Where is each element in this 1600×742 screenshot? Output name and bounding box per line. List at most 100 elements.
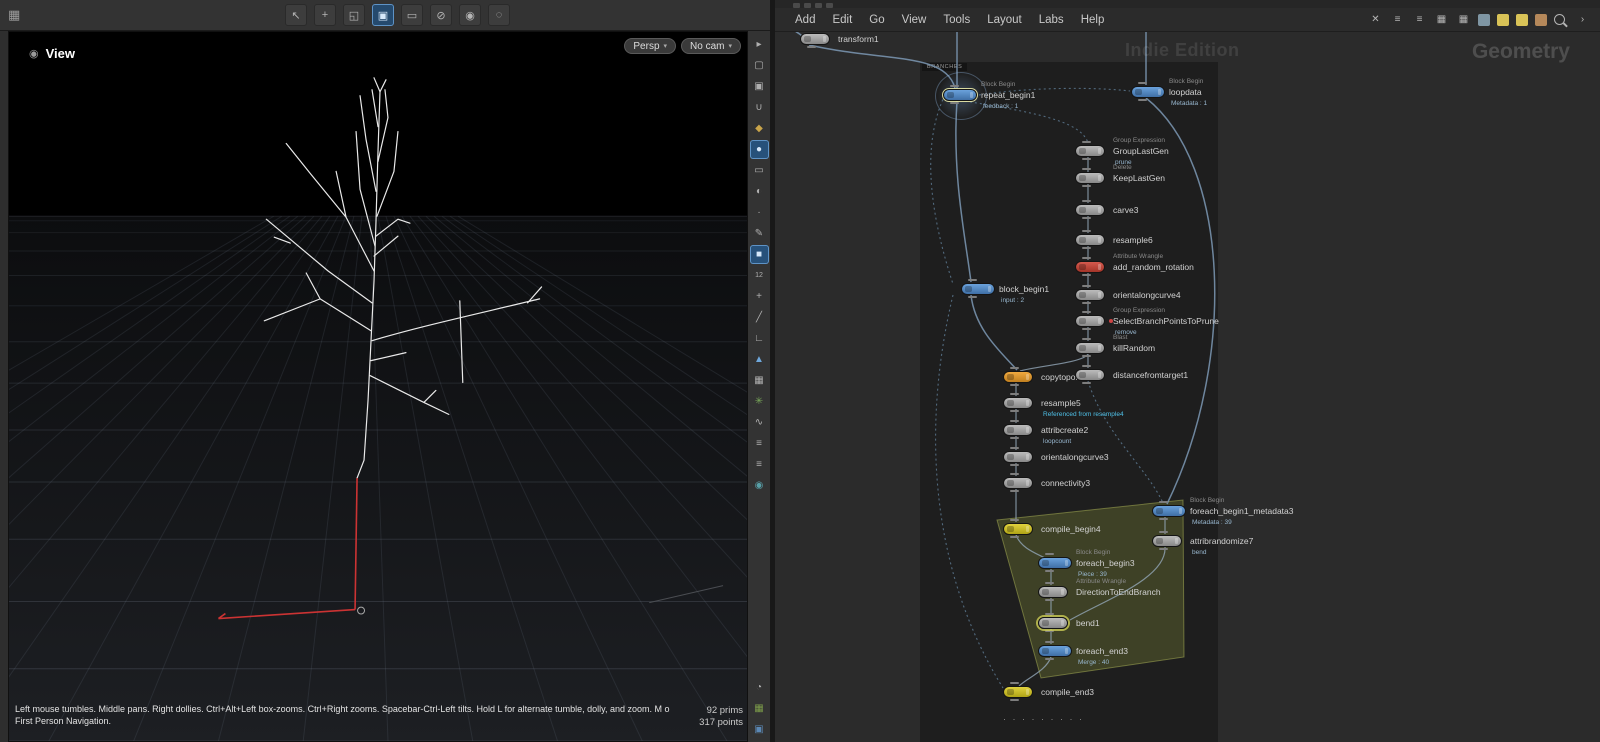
shade-mode-icon[interactable]: ◐ bbox=[751, 183, 768, 200]
input-connector[interactable] bbox=[1010, 393, 1019, 395]
list-view-icon[interactable]: ≡ bbox=[1412, 12, 1427, 27]
pivot-icon[interactable]: ◆ bbox=[751, 120, 768, 137]
notes-icon[interactable] bbox=[1497, 14, 1509, 26]
menu-view[interactable]: View bbox=[902, 14, 927, 26]
thumbnail-view-icon[interactable]: ▦ bbox=[1456, 12, 1471, 27]
output-connector[interactable] bbox=[1082, 217, 1091, 219]
input-connector[interactable] bbox=[1010, 682, 1019, 684]
output-connector[interactable] bbox=[1045, 599, 1054, 601]
snap-icon[interactable]: ∪ bbox=[751, 99, 768, 116]
grid-menu-icon[interactable]: ▦ bbox=[8, 7, 20, 23]
node-shape[interactable] bbox=[1075, 289, 1105, 301]
node-shape[interactable] bbox=[1003, 451, 1033, 463]
lock-camera-icon[interactable]: ▣ bbox=[751, 78, 768, 95]
output-connector[interactable] bbox=[1082, 185, 1091, 187]
input-connector[interactable] bbox=[1082, 285, 1091, 287]
output-connector[interactable] bbox=[1010, 699, 1019, 701]
node-shape[interactable] bbox=[800, 33, 830, 45]
snap-triangle-icon[interactable]: ▲ bbox=[751, 351, 768, 368]
output-connector[interactable] bbox=[1045, 658, 1054, 660]
ghost-objects-icon[interactable]: ◌ bbox=[488, 4, 510, 26]
viewport-title[interactable]: ◉ View bbox=[29, 46, 75, 61]
node-shape[interactable] bbox=[1075, 204, 1105, 216]
handles-icon[interactable]: + bbox=[751, 288, 768, 305]
input-connector[interactable] bbox=[1010, 519, 1019, 521]
view-tool-icon[interactable]: ▸ bbox=[751, 36, 768, 53]
point-numbers-icon[interactable]: 12 bbox=[751, 267, 768, 284]
node-shape[interactable] bbox=[1003, 371, 1033, 383]
input-connector[interactable] bbox=[1045, 582, 1054, 584]
list-panel-icon[interactable]: ≡ bbox=[751, 435, 768, 452]
select-geometry-icon[interactable]: ■ bbox=[751, 246, 768, 263]
sticky-note-icon[interactable] bbox=[1516, 14, 1528, 26]
output-connector[interactable] bbox=[968, 296, 977, 298]
slice-tool-icon[interactable]: ╱ bbox=[751, 309, 768, 326]
export-icon[interactable] bbox=[1478, 14, 1490, 26]
output-connector[interactable] bbox=[1010, 536, 1019, 538]
output-connector[interactable] bbox=[1010, 384, 1019, 386]
output-connector[interactable] bbox=[1010, 437, 1019, 439]
input-connector[interactable] bbox=[1045, 553, 1054, 555]
handle-tool-icon[interactable]: ◱ bbox=[343, 4, 365, 26]
layers-icon[interactable]: ≡ bbox=[751, 456, 768, 473]
output-connector[interactable] bbox=[1082, 158, 1091, 160]
input-connector[interactable] bbox=[1159, 501, 1168, 503]
input-connector[interactable] bbox=[1045, 641, 1054, 643]
draw-tool-icon[interactable]: ✎ bbox=[751, 225, 768, 242]
node-shape[interactable] bbox=[1003, 397, 1033, 409]
node-shape[interactable] bbox=[1075, 172, 1105, 184]
node-shape[interactable] bbox=[1131, 86, 1165, 98]
node-shape[interactable] bbox=[1075, 234, 1105, 246]
measure-icon[interactable]: ∟ bbox=[751, 330, 768, 347]
input-connector[interactable] bbox=[1010, 420, 1019, 422]
pan-tool-icon[interactable]: ▢ bbox=[751, 57, 768, 74]
vegetation-icon[interactable]: ✳ bbox=[751, 393, 768, 410]
expand-icon[interactable]: › bbox=[1575, 12, 1590, 27]
persp-button[interactable]: Persp ▾ bbox=[624, 38, 676, 54]
menu-layout[interactable]: Layout bbox=[987, 14, 1022, 26]
output-connector[interactable] bbox=[1082, 355, 1091, 357]
output-connector[interactable] bbox=[1045, 630, 1054, 632]
output-connector[interactable] bbox=[1159, 548, 1168, 550]
node-shape[interactable] bbox=[1003, 477, 1033, 489]
input-connector[interactable] bbox=[1082, 230, 1091, 232]
output-connector[interactable] bbox=[1010, 464, 1019, 466]
node-shape[interactable] bbox=[1075, 369, 1105, 381]
menu-help[interactable]: Help bbox=[1081, 14, 1105, 26]
output-connector[interactable] bbox=[1082, 302, 1091, 304]
docs-icon[interactable] bbox=[1535, 14, 1547, 26]
select-mode-icon[interactable]: ↖ bbox=[285, 4, 307, 26]
input-connector[interactable] bbox=[1082, 338, 1091, 340]
input-connector[interactable] bbox=[968, 279, 977, 281]
clock-icon[interactable]: ◔ bbox=[751, 679, 768, 696]
input-connector[interactable] bbox=[1082, 200, 1091, 202]
input-connector[interactable] bbox=[1138, 82, 1147, 84]
output-connector[interactable] bbox=[1082, 328, 1091, 330]
visibility-icon[interactable]: ◉ bbox=[459, 4, 481, 26]
camera-icon[interactable]: ▭ bbox=[751, 162, 768, 179]
node-shape[interactable] bbox=[1075, 261, 1105, 273]
build-tools-icon[interactable]: ✕ bbox=[1368, 12, 1383, 27]
globe-icon[interactable]: ◉ bbox=[751, 477, 768, 494]
input-connector[interactable] bbox=[1010, 367, 1019, 369]
search-icon[interactable] bbox=[1554, 14, 1565, 25]
network-canvas[interactable]: BRANCHES Indie Edition Geometry bbox=[775, 0, 1600, 742]
node-shape[interactable] bbox=[1152, 505, 1186, 517]
background-image-icon[interactable]: ▦ bbox=[751, 372, 768, 389]
move-tool-icon[interactable]: + bbox=[314, 4, 336, 26]
node-shape[interactable] bbox=[1038, 617, 1068, 629]
input-connector[interactable] bbox=[1010, 447, 1019, 449]
3d-viewport[interactable]: ◉ View Persp ▾ No cam ▾ Left mouse tumbl… bbox=[8, 31, 748, 742]
select-none-icon[interactable]: ⊘ bbox=[430, 4, 452, 26]
input-connector[interactable] bbox=[1082, 168, 1091, 170]
node-shape[interactable] bbox=[1152, 535, 1182, 547]
input-connector[interactable] bbox=[1010, 473, 1019, 475]
node-shape[interactable] bbox=[1075, 342, 1105, 354]
node-shape[interactable] bbox=[1075, 145, 1105, 157]
output-connector[interactable] bbox=[1082, 274, 1091, 276]
spline-icon[interactable]: ∿ bbox=[751, 414, 768, 431]
output-connector[interactable] bbox=[1138, 99, 1147, 101]
menu-edit[interactable]: Edit bbox=[832, 14, 852, 26]
node-shape[interactable] bbox=[943, 89, 977, 101]
grid-display-icon[interactable]: ▦ bbox=[751, 700, 768, 717]
